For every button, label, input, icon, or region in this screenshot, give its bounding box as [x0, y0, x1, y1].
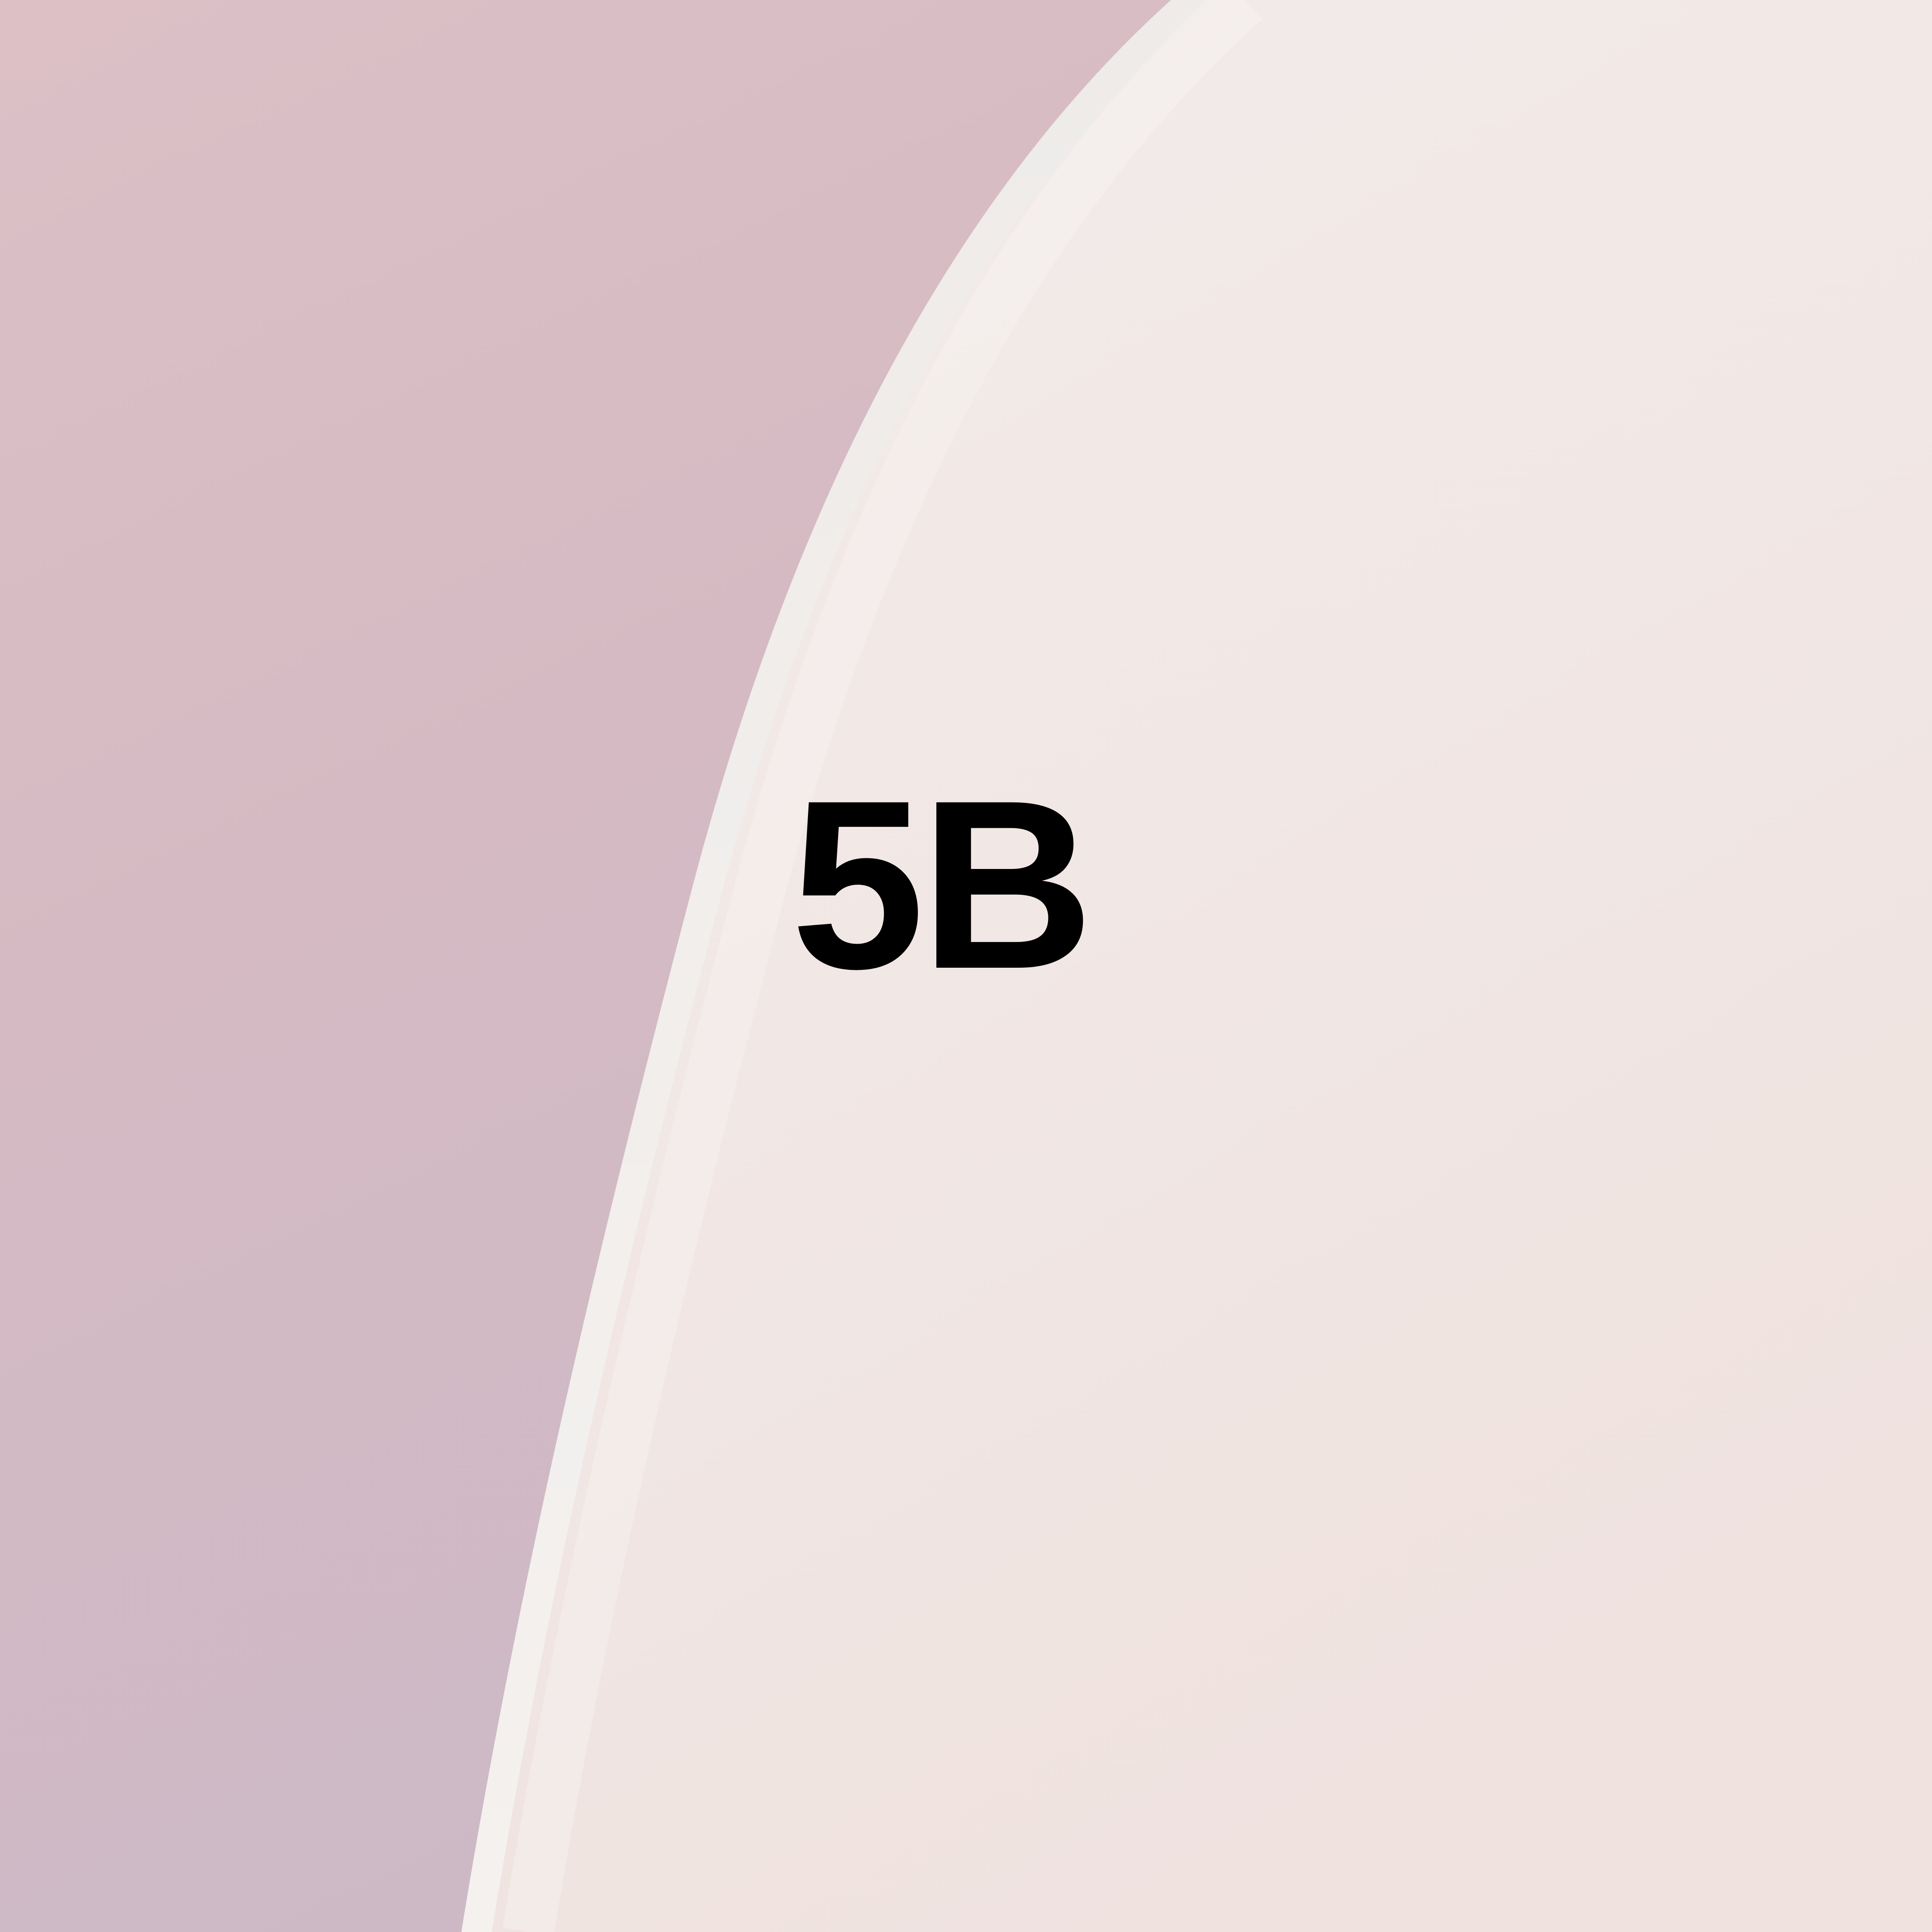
canvas: 5B: [0, 0, 1932, 1932]
title-label: 5B: [791, 750, 1094, 1019]
